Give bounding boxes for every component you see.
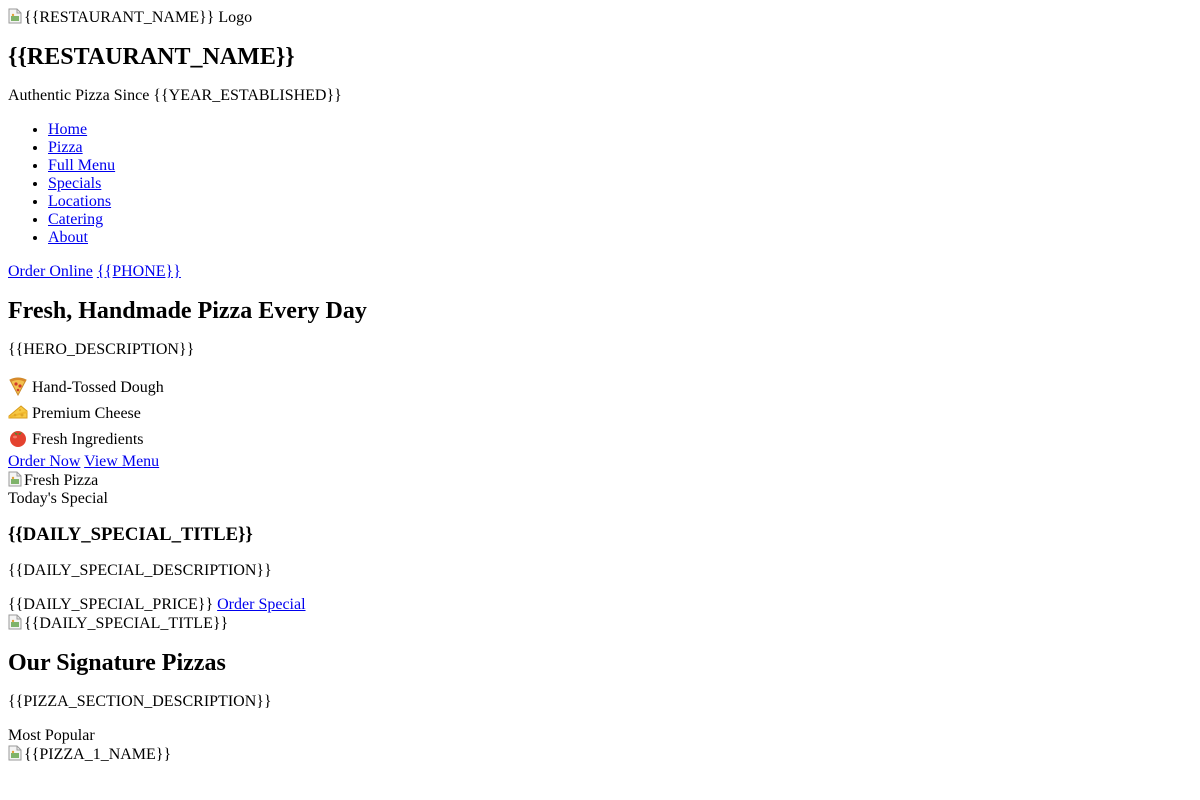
nav-link-locations[interactable]: Locations xyxy=(48,193,111,210)
special-image: {{DAILY_SPECIAL_TITLE}} xyxy=(8,614,1192,633)
broken-image-icon xyxy=(8,471,22,487)
page: {{RESTAURANT_NAME}} Logo {{RESTAURANT_NA… xyxy=(0,0,1200,772)
restaurant-name: {{RESTAURANT_NAME}} xyxy=(8,44,295,70)
nav-item-pizza: Pizza xyxy=(48,139,1192,157)
tomato-icon xyxy=(10,431,26,447)
hero-title: Fresh, Handmade Pizza Every Day xyxy=(8,298,367,324)
cheese-icon xyxy=(8,405,28,419)
nav-link-about[interactable]: About xyxy=(48,229,88,246)
nav-link-specials[interactable]: Specials xyxy=(48,175,101,192)
hero-image: Fresh Pizza xyxy=(8,471,1192,490)
most-popular-badge: Most Popular xyxy=(8,727,95,744)
site-header: {{RESTAURANT_NAME}} Logo {{RESTAURANT_NA… xyxy=(8,8,1192,281)
broken-image-icon xyxy=(8,614,22,630)
feature-premium-cheese: Premium Cheese xyxy=(8,401,1192,427)
special-price-row: {{DAILY_SPECIAL_PRICE}} Order Special xyxy=(8,596,1192,614)
nav-link-catering[interactable]: Catering xyxy=(48,211,103,228)
feature-label: Premium Cheese xyxy=(32,405,141,422)
order-online-button[interactable]: Order Online xyxy=(8,263,93,280)
special-price: {{DAILY_SPECIAL_PRICE}} xyxy=(8,596,214,613)
special-image-alt-text: {{DAILY_SPECIAL_TITLE}} xyxy=(24,615,229,632)
hero-section: Fresh, Handmade Pizza Every Day {{HERO_D… xyxy=(8,297,1192,490)
pizzas-description: {{PIZZA_SECTION_DESCRIPTION}} xyxy=(8,693,272,710)
special-badge: Today's Special xyxy=(8,490,108,507)
special-description: {{DAILY_SPECIAL_DESCRIPTION}} xyxy=(8,562,272,579)
broken-image-icon xyxy=(8,8,22,24)
nav-item-about: About xyxy=(48,229,1192,247)
nav-item-home: Home xyxy=(48,121,1192,139)
main-nav: Home Pizza Full Menu Specials Locations … xyxy=(8,121,1192,247)
nav-item-locations: Locations xyxy=(48,193,1192,211)
feature-fresh-ingredients: Fresh Ingredients xyxy=(8,427,1192,453)
pizza-1-image: {{PIZZA_1_NAME}} xyxy=(8,745,1192,764)
feature-hand-tossed-dough: Hand-Tossed Dough xyxy=(8,375,1192,401)
nav-list: Home Pizza Full Menu Specials Locations … xyxy=(8,121,1192,247)
header-actions: Order Online {{PHONE}} xyxy=(8,263,1192,281)
hero-image-alt-text: Fresh Pizza xyxy=(24,472,99,489)
nav-item-specials: Specials xyxy=(48,175,1192,193)
pizza-1-image-alt-text: {{PIZZA_1_NAME}} xyxy=(24,746,172,763)
feature-label: Hand-Tossed Dough xyxy=(32,379,164,396)
hero-actions: Order Now View Menu xyxy=(8,453,1192,471)
feature-label: Fresh Ingredients xyxy=(32,431,144,448)
nav-link-home[interactable]: Home xyxy=(48,121,87,138)
order-now-button[interactable]: Order Now xyxy=(8,453,80,470)
tagline: Authentic Pizza Since {{YEAR_ESTABLISHED… xyxy=(8,87,342,104)
hero-features: Hand-Tossed Dough Premium Cheese Fresh I… xyxy=(8,375,1192,453)
nav-link-pizza[interactable]: Pizza xyxy=(48,139,83,156)
pizzas-title: Our Signature Pizzas xyxy=(8,650,226,676)
broken-image-icon xyxy=(8,745,22,761)
nav-link-full-menu[interactable]: Full Menu xyxy=(48,157,115,174)
view-menu-button[interactable]: View Menu xyxy=(84,453,159,470)
nav-item-full-menu: Full Menu xyxy=(48,157,1192,175)
logo-alt-text: {{RESTAURANT_NAME}} Logo xyxy=(24,9,253,26)
pizza-slice-icon xyxy=(9,377,27,396)
daily-special-section: Today's Special {{DAILY_SPECIAL_TITLE}} … xyxy=(8,490,1192,633)
logo[interactable]: {{RESTAURANT_NAME}} Logo xyxy=(8,8,1192,27)
phone-link[interactable]: {{PHONE}} xyxy=(97,263,181,280)
nav-item-catering: Catering xyxy=(48,211,1192,229)
hero-description: {{HERO_DESCRIPTION}} xyxy=(8,341,195,358)
special-title: {{DAILY_SPECIAL_TITLE}} xyxy=(8,524,253,545)
order-special-button[interactable]: Order Special xyxy=(217,596,305,613)
signature-pizzas-section: Our Signature Pizzas {{PIZZA_SECTION_DES… xyxy=(8,649,1192,764)
